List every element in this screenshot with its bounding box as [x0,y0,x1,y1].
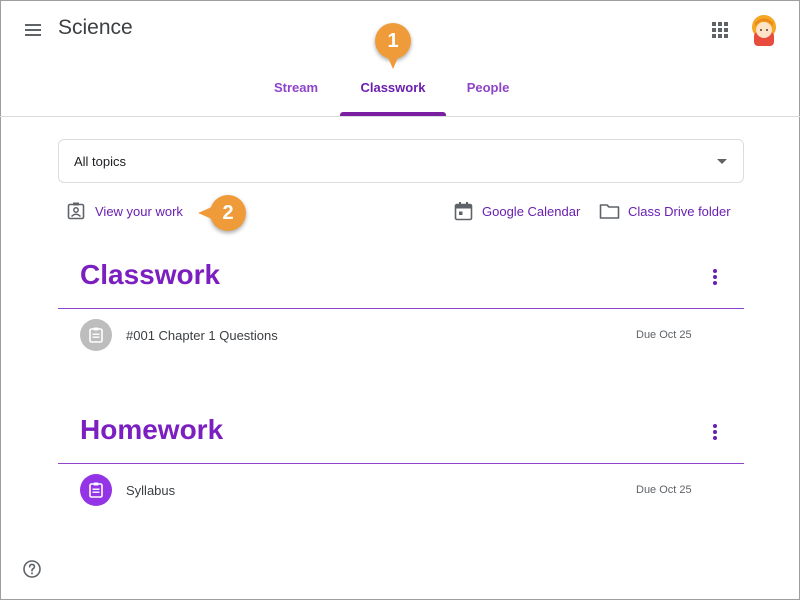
topic-title: Homework [80,414,224,445]
active-tab-indicator [340,112,446,116]
dropdown-arrow-icon [717,159,727,164]
class-drive-folder-label: Class Drive folder [628,203,731,219]
assignment-icon [80,474,112,506]
item-due-date: Due Oct 25 [636,329,692,341]
folder-icon [599,204,620,219]
callout-badge-1: 1 [375,23,411,69]
item-due-date: Due Oct 25 [636,484,692,496]
topic-filter-dropdown[interactable]: All topics [58,139,744,183]
topic-filter-value: All topics [74,154,127,169]
section-divider [58,463,744,464]
topic-title: Classwork [80,259,221,290]
help-icon[interactable] [22,559,42,579]
more-vert-icon[interactable] [710,422,720,442]
assignment-icon [80,319,112,351]
tab-classwork[interactable]: Classwork [340,70,446,116]
view-your-work-label: View your work [95,203,183,219]
user-avatar[interactable] [749,14,779,46]
section-divider [58,308,744,309]
class-title[interactable]: Science [58,16,133,40]
callout-badge-2: 2 [198,195,246,231]
google-calendar-link[interactable]: Google Calendar [454,200,580,222]
app-header: Science Stream Classwork People [0,0,800,117]
calendar-icon [454,202,473,221]
tab-stream[interactable]: Stream [262,70,330,116]
class-tabs: Stream Classwork People [0,70,800,116]
list-item[interactable]: Syllabus Due Oct 25 [58,472,744,508]
tab-people[interactable]: People [456,70,520,116]
more-vert-icon[interactable] [710,267,720,287]
google-calendar-label: Google Calendar [482,203,581,219]
assignment-ind-icon [67,202,85,220]
view-your-work-link[interactable]: View your work [66,200,183,222]
class-drive-folder-link[interactable]: Class Drive folder [599,200,731,222]
apps-grid-icon[interactable] [710,20,730,40]
hamburger-menu-icon[interactable] [22,20,44,40]
list-item[interactable]: #001 Chapter 1 Questions Due Oct 25 [58,317,744,353]
item-title: Syllabus [126,483,176,498]
item-title: #001 Chapter 1 Questions [126,328,278,343]
